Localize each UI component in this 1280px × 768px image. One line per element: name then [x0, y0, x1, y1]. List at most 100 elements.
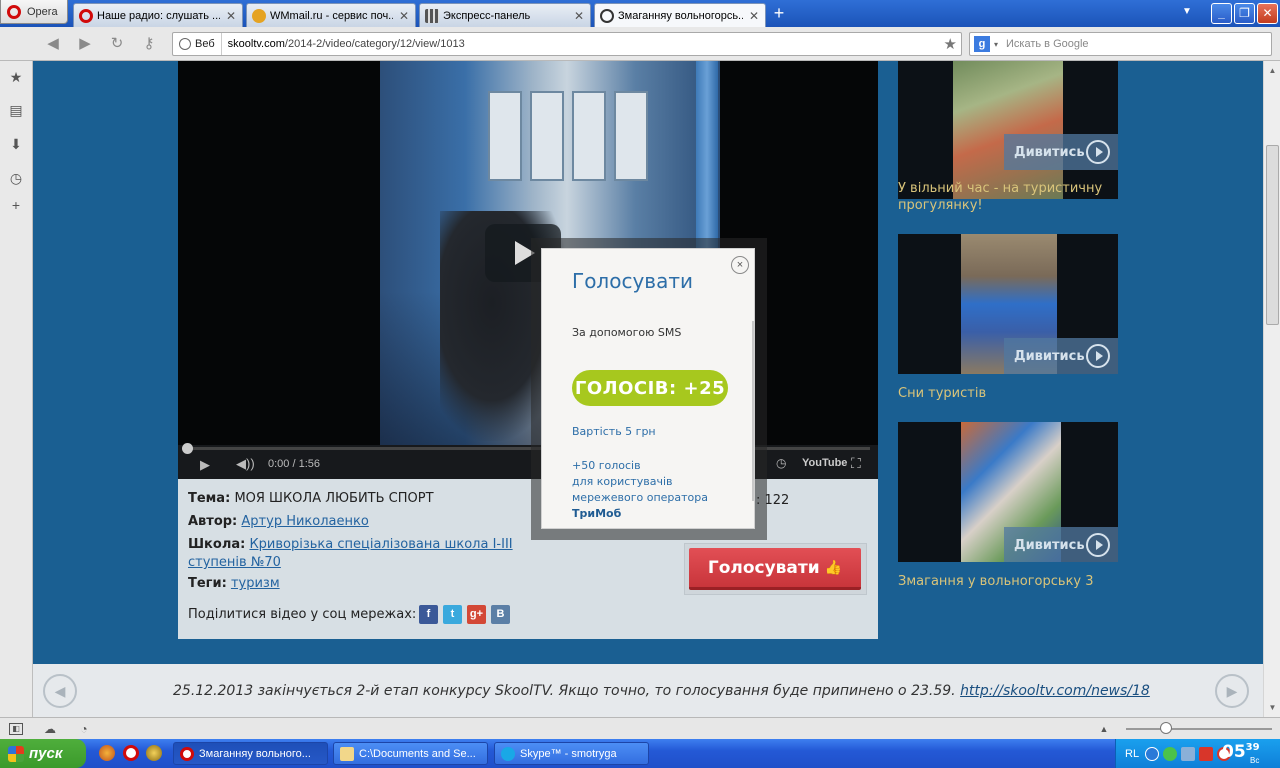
video-player[interactable] [178, 61, 878, 479]
watch-button[interactable]: Дивитись [1004, 527, 1118, 562]
watch-label: Дивитись [1014, 537, 1085, 553]
tab-speed-dial[interactable]: Экспресс-панель ✕ [419, 3, 591, 27]
close-tab-icon[interactable]: ✕ [747, 9, 761, 23]
watch-later-icon[interactable]: ◷ [776, 456, 786, 470]
related-video-title[interactable]: Змагання у вольногорську 3 [898, 573, 1118, 590]
opera-quicklaunch-icon[interactable] [123, 745, 139, 761]
watch-button[interactable]: Дивитись [1004, 134, 1118, 170]
tab-skooltv[interactable]: Змаганняу вольногорсь... ✕ [594, 3, 766, 27]
new-tab-button[interactable]: + [768, 4, 790, 24]
maximize-button[interactable]: ❐ [1234, 3, 1255, 24]
close-icon[interactable]: × [731, 256, 749, 274]
notes-icon[interactable]: ▤ [8, 102, 24, 118]
tab-nashe-radio[interactable]: Наше радио: слушать ... ✕ [73, 3, 243, 27]
opera-menu-button[interactable]: Opera [0, 0, 68, 24]
folder-icon [340, 746, 354, 761]
bookmark-star-icon[interactable]: ★ [944, 35, 957, 53]
add-panel-icon[interactable]: + [8, 197, 24, 213]
back-icon[interactable]: ◀ [44, 35, 62, 53]
history-clock-icon[interactable]: ◷ [8, 170, 24, 186]
cloud-icon[interactable]: ☁ [42, 721, 58, 737]
skooltv-icon [600, 8, 614, 23]
vote-dialog: Голосувати × За допомогою SMS ГОЛОСІВ: +… [541, 248, 755, 529]
task-skype[interactable]: Skype™ - smotryga [494, 742, 649, 765]
twitter-icon[interactable]: t [443, 605, 462, 624]
youtube-logo[interactable]: YouTube [802, 457, 847, 469]
scroll-up-icon[interactable]: ▲ [1266, 64, 1279, 77]
next-arrow-icon[interactable]: ▶ [1215, 674, 1249, 708]
school-link-continued[interactable]: ступенів №70 [188, 555, 281, 570]
tab-label: Наше радио: слушать ... [97, 9, 220, 22]
video-progress-bar[interactable] [182, 443, 870, 454]
scroll-down-icon[interactable]: ▼ [1266, 701, 1279, 714]
close-tab-icon[interactable]: ✕ [224, 9, 238, 23]
author-row: Автор: Артур Николаенко [188, 514, 369, 529]
tag-link[interactable]: туризм [231, 576, 280, 591]
news-link[interactable]: http://skooltv.com/news/18 [960, 683, 1150, 699]
antivirus-tray-icon[interactable] [1199, 746, 1214, 761]
tab-list-chevron-icon[interactable]: ▼ [1182, 6, 1192, 17]
prev-arrow-icon[interactable]: ◀ [43, 674, 77, 708]
task-opera[interactable]: Змаганняу вольного... [173, 742, 328, 765]
close-window-button[interactable]: ✕ [1257, 3, 1278, 24]
winamp-quicklaunch-icon[interactable] [146, 745, 162, 761]
url-path: /2014-2/video/category/12/view/1013 [284, 38, 465, 50]
volume-icon[interactable]: ◀)) [236, 456, 255, 472]
related-video-thumbnail[interactable]: Дивитись [898, 422, 1118, 562]
back-arrow-tray-icon[interactable] [1145, 746, 1160, 761]
scroll-thumb[interactable] [1266, 145, 1279, 325]
speedometer-icon[interactable]: ◔ [76, 721, 92, 737]
zoom-slider-knob[interactable] [1160, 722, 1172, 734]
related-video-thumbnail[interactable]: Дивитись [898, 234, 1118, 374]
close-tab-icon[interactable]: ✕ [572, 9, 586, 23]
close-tab-icon[interactable]: ✕ [397, 9, 411, 23]
related-video-thumbnail[interactable]: Дивитись [898, 61, 1118, 199]
gym-window [488, 91, 522, 181]
fullscreen-icon[interactable]: ⛶ [851, 455, 861, 472]
search-field[interactable]: g ▾ Искать в Google [969, 32, 1272, 56]
site-info-button[interactable]: Веб [173, 33, 222, 55]
watch-label: Дивитись [1014, 348, 1085, 364]
progress-knob[interactable] [182, 443, 193, 454]
watch-button[interactable]: Дивитись [1004, 338, 1118, 374]
task-label: Skype™ - smotryga [520, 747, 617, 760]
panel-toggle-icon[interactable]: ◧ [9, 723, 23, 735]
check-tray-icon[interactable] [1163, 746, 1178, 761]
google-icon[interactable]: g [974, 36, 990, 52]
address-field[interactable]: Веб skooltv.com/2014-2/video/category/12… [172, 32, 962, 56]
key-icon[interactable]: ⚷ [140, 35, 158, 53]
network-tray-icon[interactable] [1181, 746, 1196, 761]
language-indicator[interactable]: RL [1125, 748, 1139, 760]
wmmail-icon [252, 8, 266, 23]
tab-wmmail[interactable]: WMmail.ru - сервис поч... ✕ [246, 3, 416, 27]
dialog-scrollbar[interactable] [752, 321, 754, 501]
view-arrow-icon[interactable]: ▲ [1096, 721, 1112, 737]
play-icon[interactable]: ▶ [200, 457, 210, 473]
task-explorer[interactable]: C:\Documents and Se... [333, 742, 488, 765]
school-label: Школа: [188, 537, 246, 552]
news-text: 25.12.2013 закінчується 2-й етап конкурс… [173, 683, 1150, 699]
start-button[interactable]: пуск [0, 739, 86, 768]
bookmarks-star-icon[interactable]: ★ [8, 69, 24, 85]
author-link[interactable]: Артур Николаенко [241, 514, 368, 529]
zoom-slider[interactable] [1126, 728, 1272, 730]
school-link[interactable]: Криворізька спеціалізована школа I-III [249, 537, 512, 552]
engine-dropdown-icon[interactable]: ▾ [994, 40, 998, 49]
votes-offer-button[interactable]: ГОЛОСІВ: +25 [572, 370, 728, 406]
globe-icon [179, 38, 191, 50]
vote-button[interactable]: Голосувати 👍 [689, 548, 861, 590]
browser-quicklaunch-icon[interactable] [99, 745, 115, 761]
address-toolbar: ◀ ▶ ↻ ⚷ Веб skooltv.com/2014-2/video/cat… [0, 27, 1280, 61]
forward-icon[interactable]: ▶ [76, 35, 94, 53]
reload-icon[interactable]: ↻ [108, 35, 126, 53]
related-video-title[interactable]: У вільний час - на туристичну прогулянку… [898, 180, 1118, 214]
vk-icon[interactable]: B [491, 605, 510, 624]
minimize-button[interactable]: _ [1211, 3, 1232, 24]
downloads-icon[interactable]: ⬇ [8, 136, 24, 152]
page-scrollbar[interactable]: ▲ ▼ [1263, 61, 1280, 717]
gym-window [572, 91, 606, 181]
search-placeholder: Искать в Google [1006, 38, 1089, 50]
related-video-title[interactable]: Сни туристів [898, 385, 1118, 402]
facebook-icon[interactable]: f [419, 605, 438, 624]
google-plus-icon[interactable]: g+ [467, 605, 486, 624]
